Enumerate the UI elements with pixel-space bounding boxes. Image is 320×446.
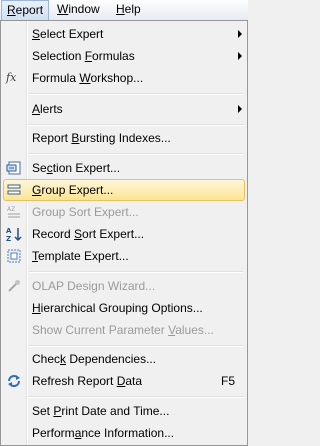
- menu-item-formula-workshop[interactable]: fx Formula Workshop...: [3, 67, 245, 89]
- menu-item-label: Refresh Report Data: [32, 370, 142, 392]
- record-sort-icon: A Z: [6, 227, 22, 242]
- menu-item-label: Selection Formulas: [32, 45, 135, 67]
- label-post: alues...: [175, 323, 214, 337]
- menu-item-label: Template Expert...: [32, 245, 129, 267]
- menu-accel: H: [116, 2, 125, 16]
- menu-item-label: Set Print Date and Time...: [32, 400, 169, 422]
- label-post: roup Expert...: [41, 183, 114, 197]
- menu-item-template-expert[interactable]: Template Expert...: [3, 245, 245, 267]
- menu-window[interactable]: Window: [52, 0, 105, 20]
- menu-item-record-sort-expert[interactable]: A Z Record Sort Expert...: [3, 223, 245, 245]
- section-expert-icon: [6, 161, 21, 175]
- menu-item-refresh-report-data[interactable]: Refresh Report Data F5: [3, 370, 245, 392]
- menu-item-label: Alerts: [32, 98, 63, 120]
- label-pre: Report: [32, 131, 72, 145]
- label-post: lerts: [40, 102, 63, 116]
- label-post: ursting Indexes...: [79, 131, 171, 145]
- menu-item-group-sort-expert: AZ Group Sort Expert...: [3, 201, 245, 223]
- menu-accel: R: [7, 3, 16, 17]
- menu-item-group-expert[interactable]: Group Expert...: [3, 179, 245, 201]
- menu-item-set-print-date-and-time[interactable]: Set Print Date and Time...: [3, 400, 245, 422]
- menu-item-section-expert[interactable]: Section Expert...: [3, 157, 245, 179]
- svg-text:A: A: [6, 227, 12, 235]
- menu-report[interactable]: Report: [1, 0, 50, 20]
- template-expert-icon: [7, 249, 21, 263]
- label-pre: Refresh Report: [32, 374, 117, 388]
- formula-fx-icon: fx: [6, 71, 17, 84]
- label-pre: Formula: [32, 71, 80, 85]
- label-post: ierarchical Grouping Options...: [40, 301, 203, 315]
- label-post: Dependencies...: [66, 352, 157, 366]
- svg-text:AZ: AZ: [7, 206, 15, 213]
- menu-item-label: Group Sort Expert...: [32, 205, 139, 219]
- label-post: elect Expert: [40, 27, 104, 41]
- refresh-icon: [8, 375, 20, 387]
- label-accel: S: [74, 227, 83, 241]
- menu-item-report-bursting-indexes[interactable]: Report Bursting Indexes...: [3, 127, 245, 149]
- menu-item-performance-information[interactable]: Performance Information...: [3, 422, 245, 444]
- menu-item-label: Show Current Parameter Values...: [32, 319, 214, 341]
- menu-label-rest: elp: [124, 2, 141, 16]
- label-accel: S: [32, 27, 41, 41]
- label-accel: G: [32, 183, 42, 197]
- menu-bar: Report Window Help: [0, 0, 248, 21]
- menu-item-label: Select Expert: [32, 23, 103, 45]
- menu-item-label: Hierarchical Grouping Options...: [32, 297, 203, 319]
- menu-item-olap-design-wizard: OLAP Design Wizard...: [3, 275, 245, 297]
- label-accel: W: [79, 71, 91, 85]
- label-pre: Se: [32, 161, 47, 175]
- label-pre: Record: [32, 227, 75, 241]
- menu-separator: [29, 271, 243, 273]
- label-accel: A: [32, 102, 41, 116]
- menu-item-label: Check Dependencies...: [32, 348, 156, 370]
- label-post: ata: [125, 374, 143, 388]
- submenu-arrow-icon: [238, 105, 242, 113]
- menu-label-rest: eport: [15, 3, 44, 17]
- menu-item-label: Performance Information...: [32, 422, 174, 444]
- menu-separator: [29, 153, 243, 155]
- submenu-arrow-icon: [238, 52, 242, 60]
- menu-item-alerts[interactable]: Alerts: [3, 98, 245, 120]
- group-sort-icon: AZ: [7, 206, 20, 218]
- menu-item-label: Formula Workshop...: [32, 67, 143, 89]
- label-accel: F: [84, 49, 93, 63]
- label-post: orkshop...: [90, 71, 144, 85]
- menu-item-selection-formulas[interactable]: Selection Formulas: [3, 45, 245, 67]
- menu-separator: [29, 93, 243, 95]
- report-dropdown-menu: Select Expert Selection Formulas fx Form…: [0, 20, 248, 446]
- label-pre: Set: [32, 404, 54, 418]
- menu-item-label: OLAP Design Wizard...: [32, 279, 156, 293]
- menu-item-label: Report Bursting Indexes...: [32, 127, 171, 149]
- label-pre: Selection: [32, 49, 85, 63]
- label-post: nce Information...: [81, 426, 175, 440]
- group-expert-icon: [7, 184, 21, 195]
- label-pre: Perform: [32, 426, 75, 440]
- label-accel: H: [32, 301, 41, 315]
- label-post: emplate Expert...: [38, 249, 129, 263]
- label-post: tion Expert...: [52, 161, 121, 175]
- label-post: ormulas: [92, 49, 135, 63]
- shortcut-label: F5: [220, 374, 235, 388]
- menu-item-show-current-parameter-values: Show Current Parameter Values...: [3, 319, 245, 341]
- menu-separator: [29, 124, 243, 126]
- submenu-arrow-icon: [238, 30, 242, 38]
- label-post: ort Expert...: [82, 227, 145, 241]
- label-pre: Chec: [32, 352, 61, 366]
- menu-item-hierarchical-grouping-options[interactable]: Hierarchical Grouping Options...: [3, 297, 245, 319]
- menu-item-check-dependencies[interactable]: Check Dependencies...: [3, 348, 245, 370]
- menu-item-label: Record Sort Expert...: [32, 223, 144, 245]
- label-pre: Show Current Parameter: [32, 323, 169, 337]
- menu-item-label: Group Expert...: [32, 180, 113, 200]
- menu-item-label: Section Expert...: [32, 157, 120, 179]
- menu-help[interactable]: Help: [111, 0, 146, 20]
- menu-accel: W: [57, 2, 69, 16]
- menu-separator: [29, 396, 243, 398]
- svg-text:Z: Z: [6, 235, 11, 242]
- menu-separator: [29, 345, 243, 347]
- menu-label-rest: indow: [68, 2, 100, 16]
- label-post: rint Date and Time...: [61, 404, 170, 418]
- olap-wizard-icon: [8, 280, 20, 292]
- menu-item-select-expert[interactable]: Select Expert: [3, 23, 245, 45]
